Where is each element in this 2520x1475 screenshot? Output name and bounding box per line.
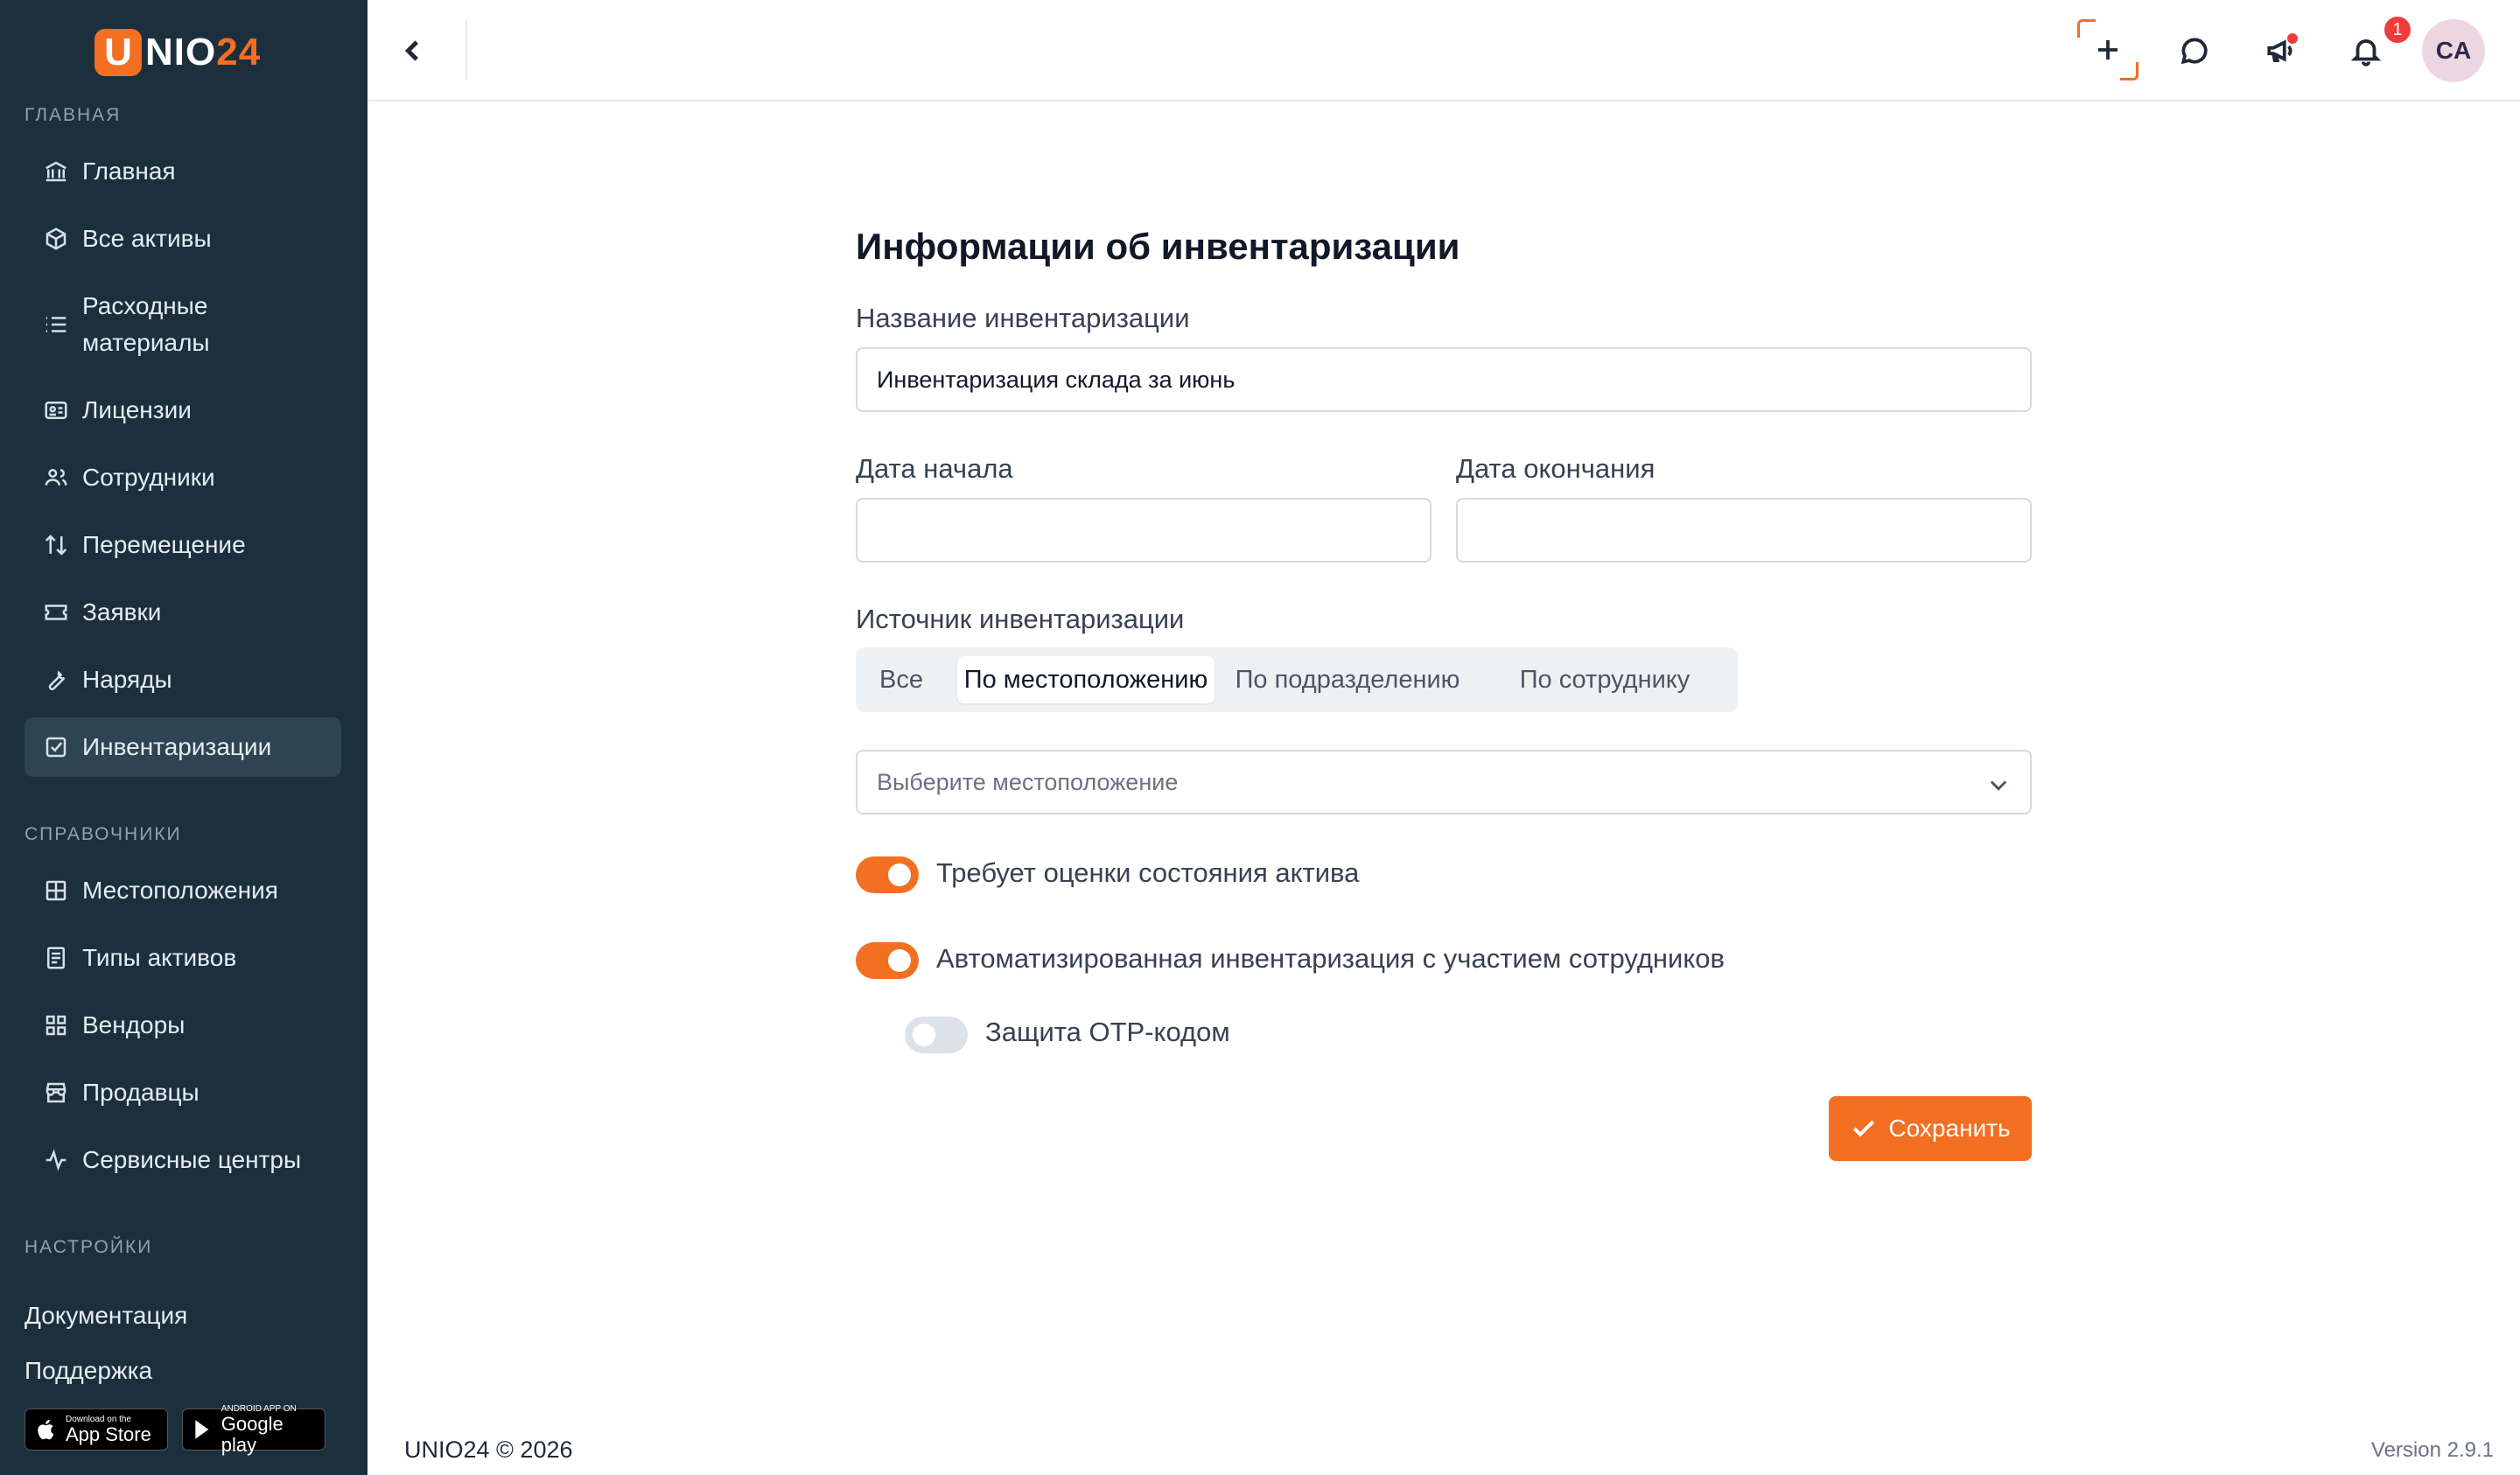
logo-text: NIO24	[145, 31, 262, 73]
otp-protection-label: Защита OTP-кодом	[985, 1017, 1230, 1047]
notification-count-badge: 1	[2382, 14, 2413, 45]
sidebar: U NIO24 ГЛАВНАЯ Главная Все активы Расхо…	[0, 0, 368, 1475]
add-button[interactable]	[2077, 19, 2138, 80]
sidebar-item-licenses[interactable]: Лицензии	[24, 381, 341, 440]
chat-button[interactable]	[2166, 23, 2222, 79]
automated-inventory-label: Автоматизированная инвентаризация с учас…	[936, 943, 1725, 974]
announcements-button[interactable]	[2252, 23, 2308, 79]
sidebar-item-requests[interactable]: Заявки	[24, 583, 341, 642]
toggle-knob	[913, 1024, 935, 1046]
ticket-icon	[42, 598, 70, 626]
otp-protection-toggle[interactable]	[905, 1017, 968, 1053]
sidebar-item-assets[interactable]: Все активы	[24, 209, 341, 269]
arrows-updown-icon	[42, 531, 70, 559]
location-select[interactable]: Выберите местоположение	[856, 750, 2032, 814]
top-header	[368, 0, 2520, 101]
tab-source-all[interactable]: Все	[864, 656, 938, 703]
tab-source-employee[interactable]: По сотруднику	[1480, 656, 1729, 703]
toggle-knob	[888, 949, 911, 972]
sidebar-item-consumables[interactable]: Расходные материалы	[24, 283, 341, 366]
sidebar-item-vendors[interactable]: Вендоры	[24, 996, 341, 1055]
play-icon	[195, 1420, 209, 1439]
automated-inventory-toggle[interactable]	[856, 942, 919, 979]
toggle-knob	[888, 863, 911, 886]
save-button[interactable]: Сохранить	[1829, 1096, 2032, 1161]
chat-bubble-icon	[2180, 38, 2208, 65]
source-segmented-control: Все По местоположению По подразделению П…	[856, 647, 1738, 712]
bell-icon	[2350, 39, 2382, 66]
inventory-name-input[interactable]: Инвентаризация склада за июнь	[856, 347, 2032, 412]
tab-source-department[interactable]: По подразделению	[1225, 656, 1470, 703]
end-date-label: Дата окончания	[1456, 453, 1656, 484]
logo[interactable]: U NIO24	[94, 26, 261, 79]
section-label-main: ГЛАВНАЯ	[24, 105, 122, 125]
activity-icon	[42, 1146, 70, 1174]
start-date-label: Дата начала	[856, 453, 1013, 484]
chevron-left-icon	[404, 40, 419, 61]
bank-icon	[42, 157, 70, 185]
sidebar-item-work-orders[interactable]: Наряды	[24, 650, 341, 710]
user-avatar[interactable]: CA	[2422, 19, 2485, 82]
grid-icon	[42, 877, 70, 905]
name-label: Название инвентаризации	[856, 303, 1190, 333]
apps-icon	[42, 1011, 70, 1039]
form-title: Информации об инвентаризации	[856, 226, 1460, 267]
condition-assessment-label: Требует оценки состояния актива	[936, 857, 1360, 888]
documentation-link[interactable]: Документация	[24, 1302, 187, 1330]
sidebar-item-home[interactable]: Главная	[24, 142, 341, 201]
sidebar-item-movement[interactable]: Перемещение	[24, 515, 341, 575]
footer-version: Version 2.9.1	[2370, 1438, 2494, 1462]
sidebar-item-inventories[interactable]: Инвентаризации	[24, 717, 341, 777]
box-icon	[42, 225, 70, 253]
wrench-icon	[42, 666, 70, 694]
checkbox-icon	[42, 733, 70, 761]
footer-copyright: UNIO24 © 2026	[404, 1437, 573, 1463]
end-date-input[interactable]	[1456, 498, 2032, 563]
header-divider	[466, 19, 467, 80]
unread-dot	[2287, 33, 2298, 44]
tab-source-location[interactable]: По местоположению	[957, 656, 1214, 703]
support-link[interactable]: Поддержка	[24, 1357, 152, 1385]
source-label: Источник инвентаризации	[856, 604, 1185, 634]
store-icon	[42, 1079, 70, 1107]
section-label-settings: НАСТРОЙКИ	[24, 1237, 153, 1257]
id-card-icon	[42, 396, 70, 424]
sidebar-item-asset-types[interactable]: Типы активов	[24, 928, 341, 988]
chevron-down-icon	[1986, 772, 2011, 797]
sidebar-item-sellers[interactable]: Продавцы	[24, 1063, 341, 1122]
condition-assessment-toggle[interactable]	[856, 856, 919, 893]
google-play-badge[interactable]: ANDROID APP ON Google play	[182, 1404, 326, 1455]
check-icon	[1853, 1120, 1875, 1137]
apple-icon	[38, 1419, 54, 1440]
sidebar-item-employees[interactable]: Сотрудники	[24, 448, 341, 507]
document-icon	[42, 944, 70, 972]
sidebar-item-locations[interactable]: Местоположения	[24, 861, 341, 920]
back-button[interactable]	[387, 24, 439, 77]
users-icon	[42, 464, 70, 492]
logo-mark: U	[94, 29, 142, 76]
list-icon	[42, 311, 70, 339]
section-label-refs: СПРАВОЧНИКИ	[24, 824, 182, 844]
plus-icon	[2097, 39, 2118, 60]
start-date-input[interactable]	[856, 498, 1432, 563]
app-store-badge[interactable]: Download on the App Store	[24, 1409, 168, 1451]
sidebar-item-service-centers[interactable]: Сервисные центры	[24, 1130, 341, 1190]
location-select-placeholder: Выберите местоположение	[877, 768, 1179, 795]
